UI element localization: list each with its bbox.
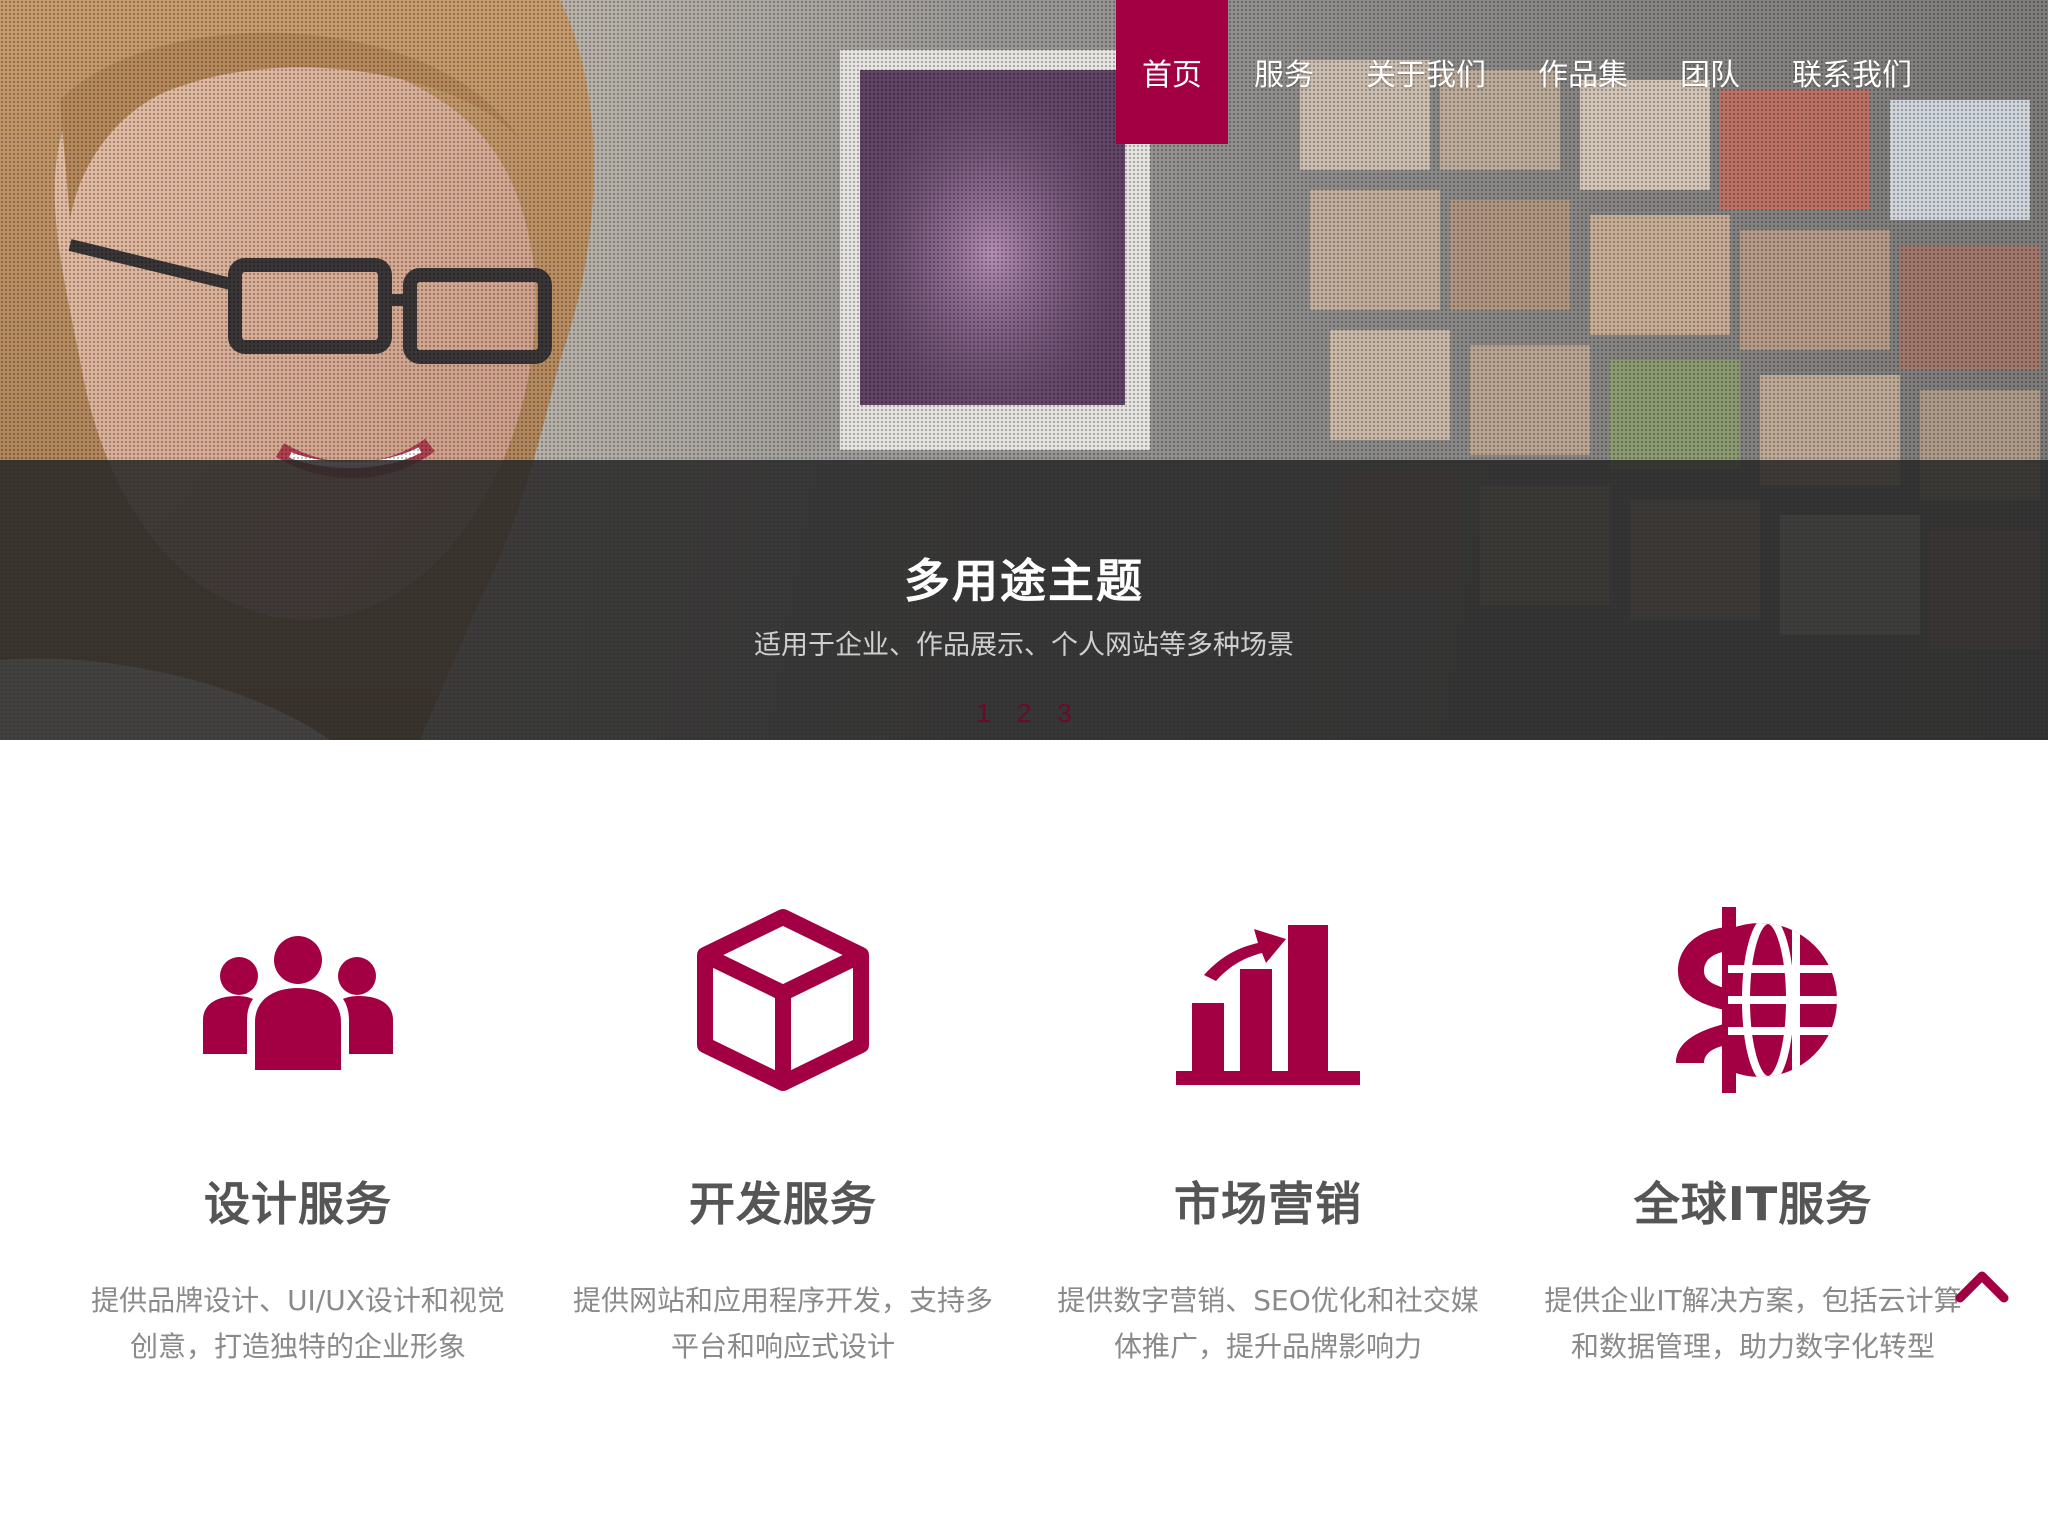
slider-page-3[interactable]: 3 (1057, 698, 1071, 729)
back-to-top-chevron-up-icon[interactable] (1955, 1268, 2009, 1304)
users-icon (203, 936, 393, 1070)
service-description: 提供网站和应用程序开发，支持多平台和响应式设计 (572, 1284, 993, 1363)
service-title: 开发服务 (689, 1177, 877, 1231)
service-marketing: 市场营销 提供数字营销、SEO优化和社交媒体推广，提升品牌影响力 (1038, 900, 1498, 1370)
service-development: 开发服务 提供网站和应用程序开发，支持多平台和响应式设计 (553, 900, 1013, 1370)
nav-item-about[interactable]: 关于我们 (1340, 0, 1512, 144)
service-design: 设计服务 提供品牌设计、UI/UX设计和视觉创意，打造独特的企业形象 (68, 900, 528, 1370)
nav-item-portfolio[interactable]: 作品集 (1512, 0, 1654, 144)
nav-item-contact[interactable]: 联系我们 (1766, 0, 1938, 144)
service-title: 设计服务 (204, 1177, 392, 1231)
hero-title: 多用途主题 (904, 554, 1144, 608)
slider-pagination: 1 2 3 (0, 698, 2048, 729)
cube-icon (697, 909, 869, 1091)
service-title: 全球IT服务 (1633, 1177, 1873, 1231)
service-description: 提供品牌设计、UI/UX设计和视觉创意，打造独特的企业形象 (91, 1284, 505, 1363)
slider-page-1[interactable]: 1 (976, 698, 990, 729)
service-description: 提供数字营销、SEO优化和社交媒体推广，提升品牌影响力 (1057, 1284, 1479, 1363)
hero-slider: 多用途主题 适用于企业、作品展示、个人网站等多种场景 1 2 3 首页 服务 关… (0, 0, 2048, 740)
service-title: 市场营销 (1174, 1177, 1362, 1231)
hero-subtitle: 适用于企业、作品展示、个人网站等多种场景 (754, 630, 1294, 661)
service-description: 提供企业IT解决方案，包括云计算和数据管理，助力数字化转型 (1544, 1284, 1962, 1363)
nav-item-services[interactable]: 服务 (1228, 0, 1340, 144)
nav-item-home[interactable]: 首页 (1116, 0, 1228, 144)
nav-item-team[interactable]: 团队 (1654, 0, 1766, 144)
service-global-it: 全球IT服务 提供企业IT解决方案，包括云计算和数据管理，助力数字化转型 (1523, 900, 1983, 1370)
bar-chart-icon (1176, 925, 1360, 1085)
globe-dollar-icon (1676, 907, 1837, 1093)
slider-page-2[interactable]: 2 (1017, 698, 1031, 729)
main-nav: 首页 服务 关于我们 作品集 团队 联系我们 (1116, 0, 1938, 144)
